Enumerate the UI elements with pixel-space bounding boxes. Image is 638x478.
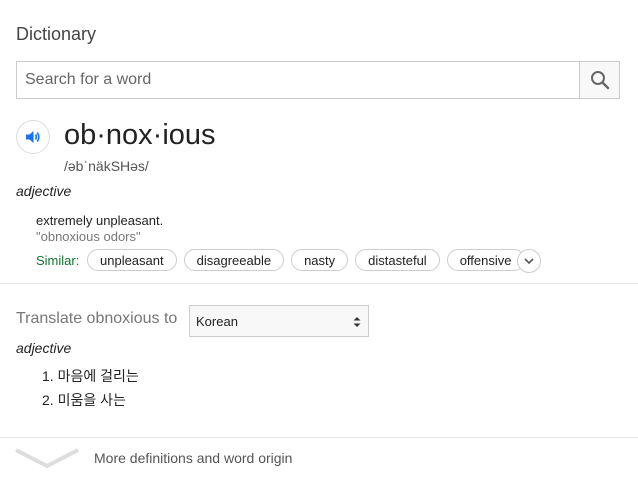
search-icon [590,71,609,90]
chevron-down-icon [524,258,534,265]
part-of-speech: adjective [16,183,72,199]
dictionary-card: Dictionary ob·nox·ious /əbˈnäkSHəs/ adje… [0,0,638,478]
select-arrows-icon [353,317,361,327]
search-input[interactable] [17,62,581,98]
pronunciation: /əbˈnäkSHəs/ [64,158,149,174]
language-value: Korean [196,314,238,329]
similar-chip[interactable]: unpleasant [87,249,177,271]
pronounce-button[interactable] [16,120,50,154]
speaker-icon [26,131,40,143]
example: "obnoxious odors" [36,229,141,244]
chevron-down-icon[interactable] [14,446,80,470]
more-definitions-link[interactable]: More definitions and word origin [94,450,292,466]
divider [0,283,638,284]
translation-item: 1. 마음에 걸리는 [42,368,139,384]
expand-similar-button[interactable] [517,249,541,273]
translate-label: Translate obnoxious to [16,310,178,327]
headword: ob·nox·ious [64,119,216,151]
translation-list: 1. 마음에 걸리는 2. 미움을 사는 [42,366,139,414]
definition: extremely unpleasant. [36,213,164,228]
divider [0,437,638,438]
similar-label: Similar: [36,253,80,268]
similar-chip[interactable]: disagreeable [183,249,285,271]
search-button[interactable] [579,62,619,98]
translation-item: 2. 미움을 사는 [42,392,126,408]
similar-chip[interactable]: offensive [446,249,525,271]
language-select[interactable]: Korean [189,305,369,337]
card-title: Dictionary [16,24,97,44]
similar-chip[interactable]: nasty [291,249,349,271]
search-box [16,61,620,99]
translation-part-of-speech: adjective [16,340,72,356]
similar-chips: unpleasant disagreeable nasty distastefu… [87,249,525,271]
similar-chip[interactable]: distasteful [355,249,440,271]
